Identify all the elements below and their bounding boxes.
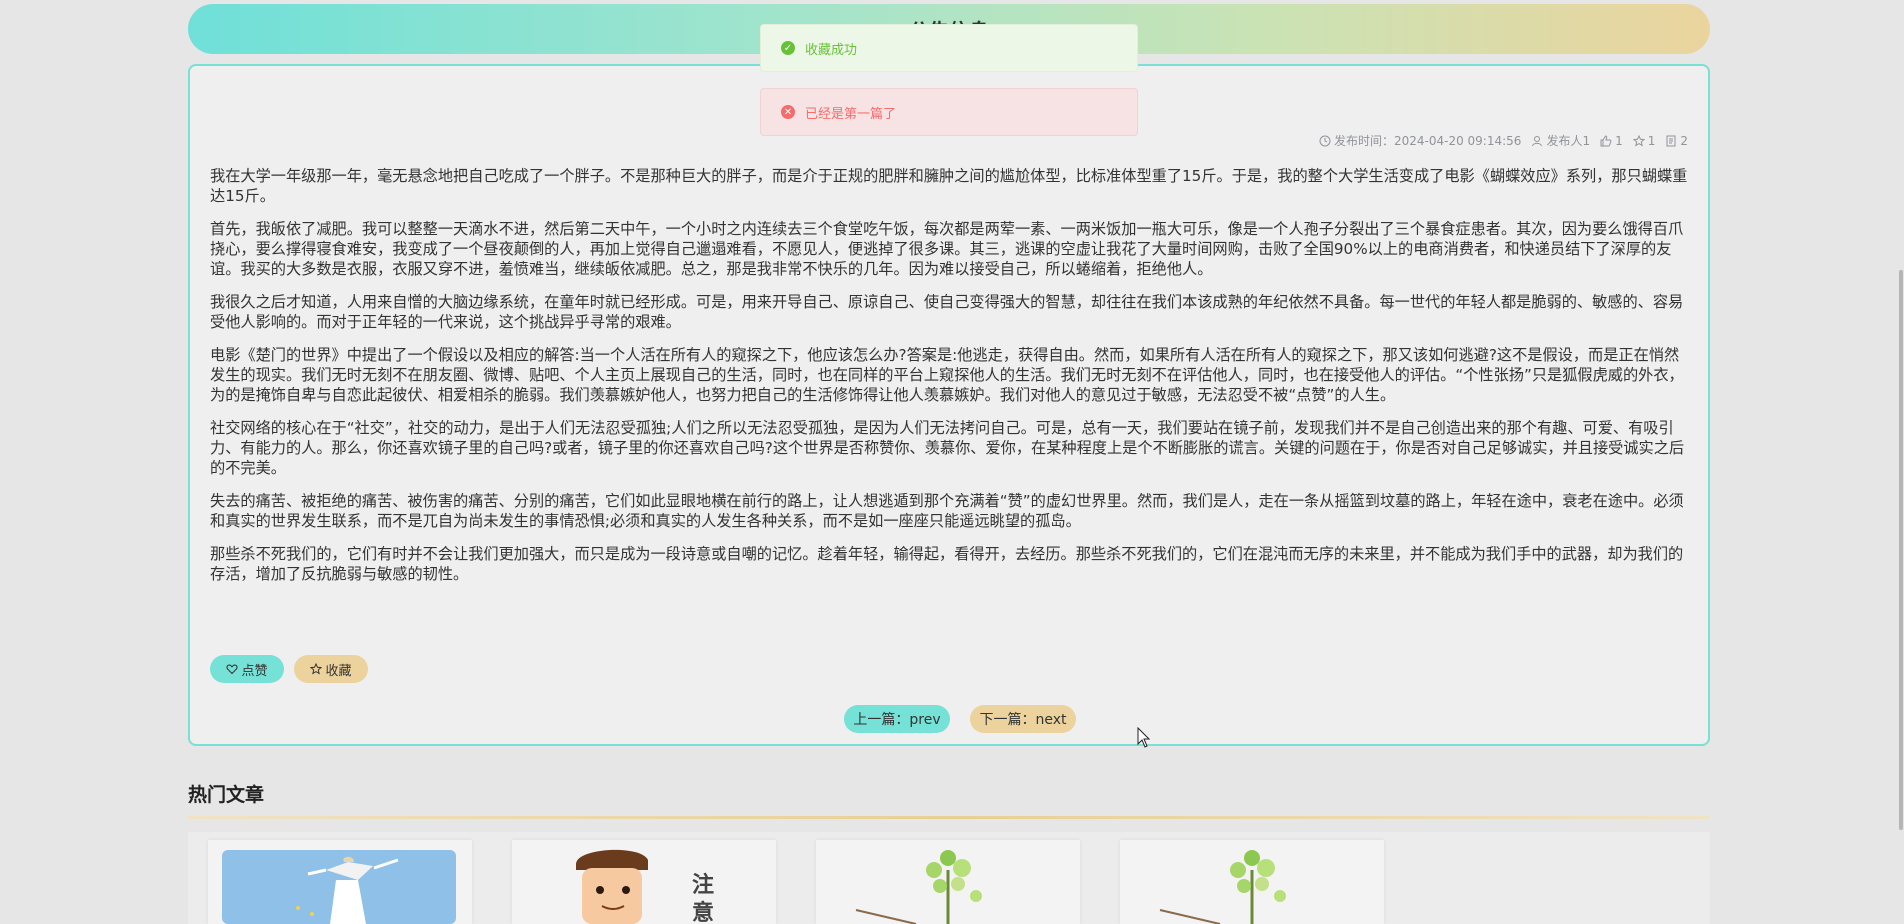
hot-article-card[interactable]: 注 意 — [512, 840, 776, 924]
like-count-text: 1 — [1615, 133, 1623, 148]
hot-article-thumbnail — [855, 850, 982, 924]
close-circle-icon: ✕ — [781, 105, 795, 119]
thumb-up-icon — [1600, 134, 1612, 146]
svg-text:注: 注 — [692, 872, 714, 898]
prev-article-button[interactable]: 上一篇：prev — [844, 705, 950, 733]
success-toast-text: 收藏成功 — [805, 42, 858, 58]
hot-articles-title: 热门文章 — [188, 784, 265, 806]
article-paragraph: 那些杀不死我们的，它们有时并不会让我们更加强大，而只是成为一段诗意或自嘲的记忆。… — [210, 545, 1684, 583]
publish-time: 发布时间：2024-04-20 09:14:56 — [1319, 132, 1521, 149]
article-card: 发布时间：2024-04-20 09:14:56 发布人1 1 1 2 我在大学… — [188, 64, 1710, 746]
publisher-text: 发布人1 — [1546, 134, 1591, 148]
success-toast: ✓ 收藏成功 — [760, 24, 1138, 72]
user-icon — [1532, 135, 1543, 146]
hot-article-card[interactable] — [1120, 840, 1384, 924]
check-circle-icon: ✓ — [781, 41, 795, 55]
star-icon — [1632, 134, 1645, 147]
star-icon — [310, 663, 323, 675]
article-content: 我在大学一年级那一年，毫无悬念地把自己吃成了一个胖子。不是那种巨大的胖子，而是介… — [210, 166, 1690, 597]
error-toast-text: 已经是第一篇了 — [805, 106, 897, 122]
article-meta: 发布时间：2024-04-20 09:14:56 发布人1 1 1 2 — [1319, 132, 1688, 149]
next-article-button[interactable]: 下一篇：next — [970, 705, 1076, 733]
like-button-label: 点赞 — [241, 663, 268, 679]
publisher: 发布人1 — [1531, 132, 1590, 149]
error-toast: ✕ 已经是第一篇了 — [760, 88, 1138, 136]
article-paragraph: 首先，我皈依了减肥。我可以整整一天滴水不进，然后第二天中午，一个小时之内连续去三… — [210, 220, 1684, 278]
hot-article-card[interactable] — [208, 840, 472, 924]
article-paragraph: 社交网络的核心在于“社交”，社交的动力，是出于人们无法忍受孤独;人们之所以无法忍… — [210, 419, 1685, 477]
article-paragraph: 我很久之后才知道，人用来自憎的大脑边缘系统，在童年时就已经形成。可是，用来开导自… — [210, 293, 1684, 331]
favorite-button[interactable]: 收藏 — [294, 655, 368, 683]
publish-time-text: 发布时间：2024-04-20 09:14:56 — [1333, 134, 1522, 148]
hot-article-thumbnail — [222, 850, 456, 924]
favorite-button-label: 收藏 — [325, 663, 352, 679]
favorite-count: 1 — [1632, 133, 1656, 148]
view-count-text: 2 — [1680, 133, 1688, 148]
like-button[interactable]: 点赞 — [210, 655, 284, 683]
svg-text:意: 意 — [692, 900, 714, 924]
like-count: 1 — [1600, 134, 1623, 148]
article-paragraph: 失去的痛苦、被拒绝的痛苦、被伤害的痛苦、分别的痛苦，它们如此显眼地横在前行的路上… — [210, 492, 1684, 530]
hot-article-card[interactable] — [816, 840, 1080, 924]
hot-article-thumbnail — [1159, 850, 1286, 924]
hot-article-thumbnail: 注 意 — [576, 849, 714, 924]
view-count: 2 — [1665, 134, 1688, 148]
article-paragraph: 电影《楚门的世界》中提出了一个假设以及相应的解答:当一个人活在所有人的窥探之下，… — [210, 346, 1684, 404]
favorite-count-text: 1 — [1647, 133, 1656, 148]
heart-icon — [226, 664, 239, 675]
clock-icon — [1319, 135, 1331, 146]
scrollbar-thumb[interactable] — [1899, 270, 1903, 830]
hot-divider — [188, 816, 1710, 819]
mouse-cursor-icon — [1137, 727, 1151, 748]
document-icon — [1666, 135, 1676, 146]
article-paragraph: 我在大学一年级那一年，毫无悬念地把自己吃成了一个胖子。不是那种巨大的胖子，而是介… — [210, 167, 1688, 205]
